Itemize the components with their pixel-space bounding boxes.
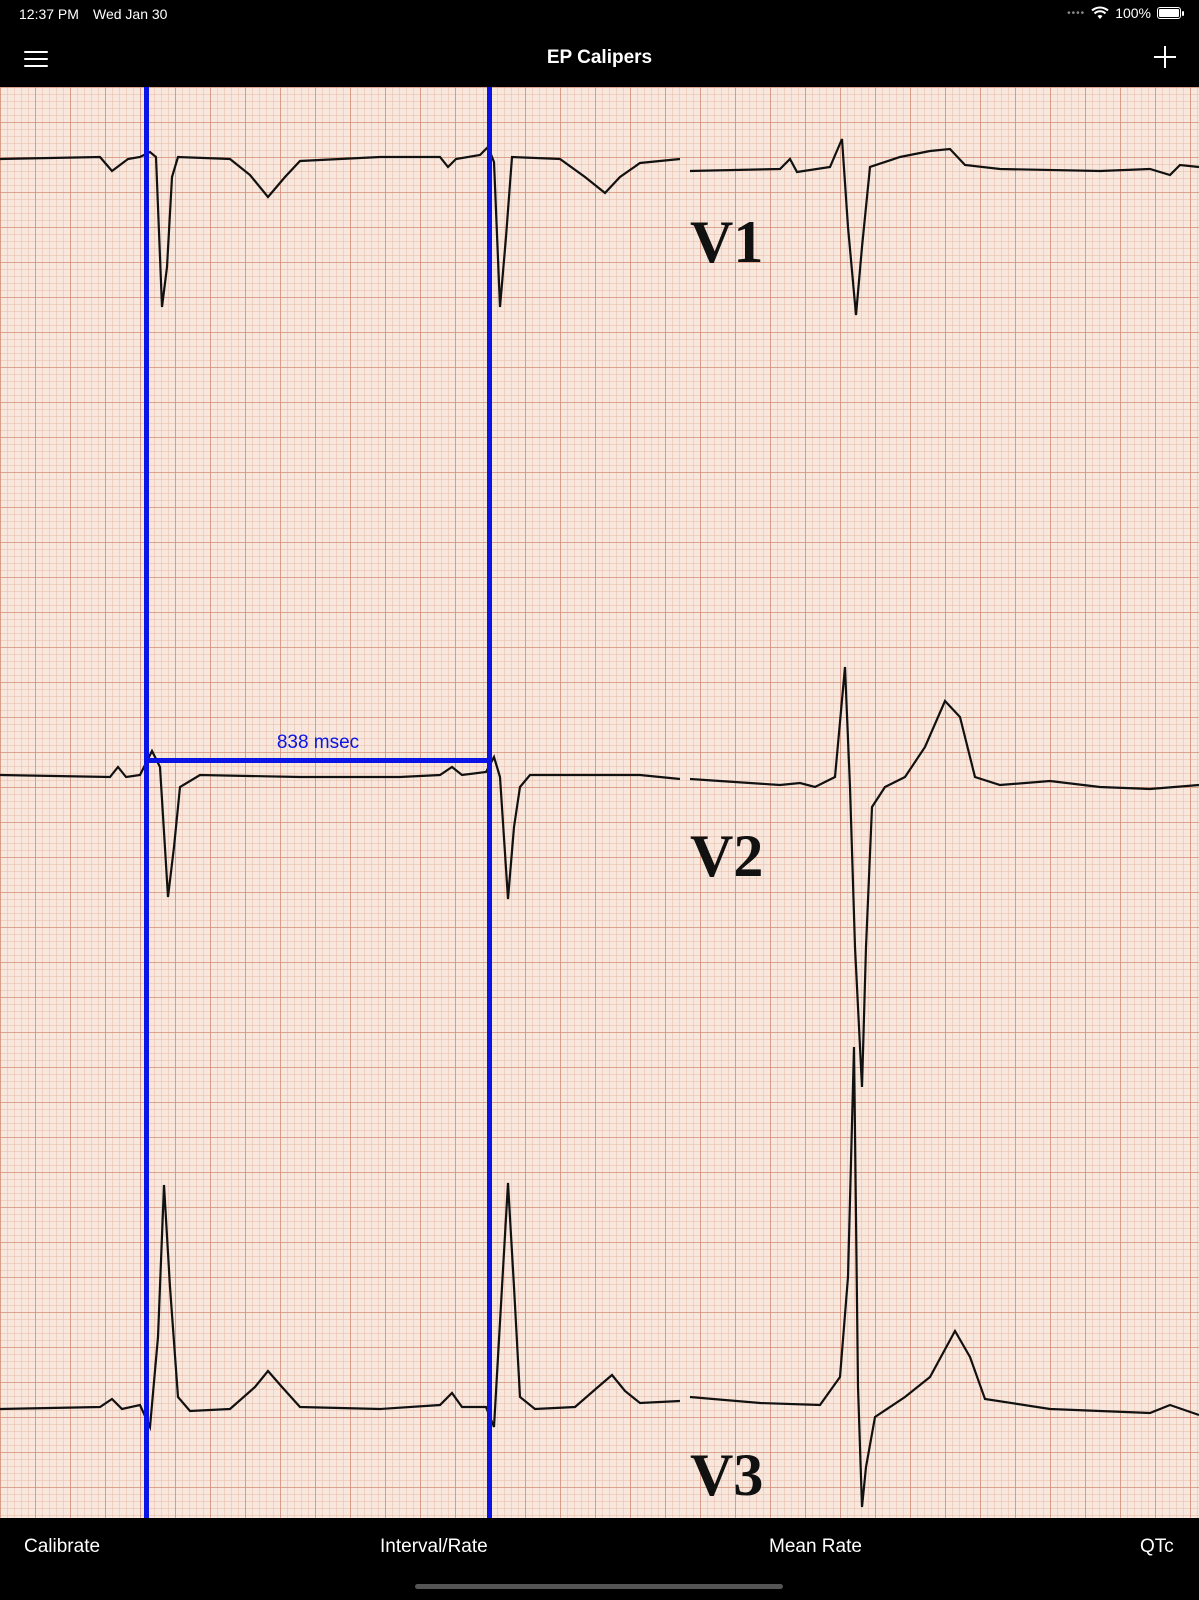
caliper-left-bar[interactable] (144, 87, 149, 1518)
caliper-right-bar[interactable] (487, 87, 492, 1518)
status-indicators: •••• 100% (1067, 5, 1184, 21)
status-time: 12:37 PM (19, 6, 79, 22)
qtc-button[interactable]: QTc (1140, 1536, 1174, 1558)
home-indicator (415, 1584, 783, 1589)
calibrate-button[interactable]: Calibrate (24, 1536, 100, 1558)
caliper-crossbar[interactable] (144, 758, 492, 763)
plus-icon[interactable] (1149, 41, 1181, 73)
ecg-grid (0, 87, 1199, 1518)
caliper-measurement-label: 838 msec (277, 732, 359, 753)
mean-rate-button[interactable]: Mean Rate (769, 1536, 862, 1558)
lead-label-v3: V3 (690, 1442, 763, 1508)
ecg-image-canvas[interactable]: V1 V2 V3 838 msec (0, 87, 1199, 1518)
lead-label-v1: V1 (690, 209, 763, 275)
battery-percent: 100% (1115, 5, 1151, 21)
interval-rate-button[interactable]: Interval/Rate (380, 1536, 488, 1558)
wifi-icon (1091, 6, 1109, 19)
battery-icon (1157, 7, 1184, 19)
ecg-tracing: V1 V2 V3 838 msec (0, 87, 1199, 1518)
page-title: EP Calipers (546, 47, 653, 68)
signal-dots-icon: •••• (1067, 7, 1086, 19)
lead-label-v2: V2 (690, 823, 763, 889)
navigation-bar: EP Calipers (0, 30, 1199, 87)
status-date: Wed Jan 30 (93, 6, 168, 22)
status-bar: 12:37 PM Wed Jan 30 •••• 100% (0, 0, 1199, 30)
